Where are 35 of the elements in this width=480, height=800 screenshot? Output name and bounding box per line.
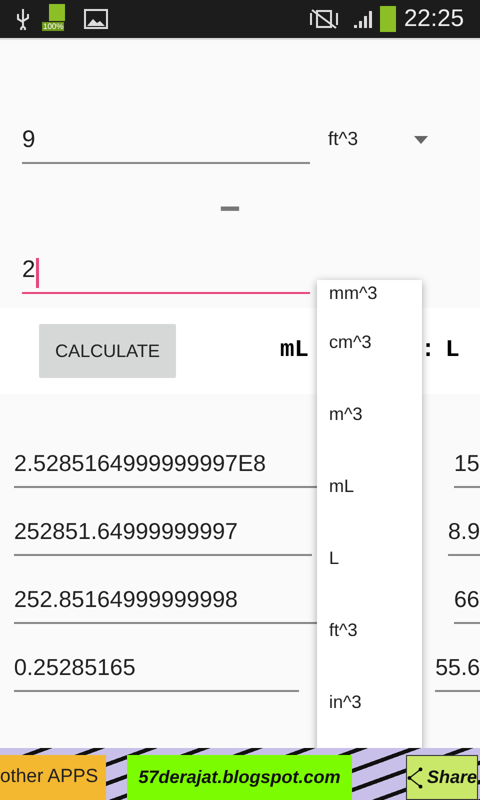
dropdown-item[interactable]: m^3: [317, 378, 422, 450]
result-field[interactable]: 8.9: [448, 508, 480, 556]
dropdown-item[interactable]: cm^3: [317, 306, 422, 378]
result-field[interactable]: 55.6: [435, 644, 480, 692]
result-field[interactable]: 0.25285165: [14, 644, 300, 692]
battery-icon: [380, 6, 396, 32]
unit-label: mL: [280, 336, 309, 366]
calculate-button[interactable]: CALCULATE: [39, 324, 176, 378]
separator-label: :: [420, 336, 436, 366]
usb-icon: [16, 8, 30, 30]
unit-label: L: [445, 336, 460, 366]
unit-spinner[interactable]: ft^3: [328, 120, 428, 164]
battery-icon: [49, 4, 65, 21]
text-input[interactable]: 9: [22, 120, 310, 164]
result-field[interactable]: 15: [454, 440, 480, 488]
text-cursor: [36, 258, 40, 288]
dropdown-caret-icon: [414, 136, 428, 144]
input-value: 2: [22, 255, 36, 285]
dropdown-item[interactable]: mL: [317, 450, 422, 522]
result-field[interactable]: 66: [454, 576, 480, 624]
text-input[interactable]: 2: [22, 250, 310, 294]
dropdown-item[interactable]: ft^3: [317, 594, 422, 666]
share-button[interactable]: Share: [406, 755, 478, 800]
battery-label: 100%: [42, 22, 64, 31]
vibrate-off-icon: [308, 8, 340, 30]
dropdown-item[interactable]: mm^3: [317, 280, 422, 306]
image-icon: [84, 9, 108, 29]
clock-time: 22:25: [404, 4, 464, 34]
other-apps-button[interactable]: other APPS: [0, 755, 106, 800]
blog-link[interactable]: 57derajat.blogspot.com: [127, 755, 352, 800]
dropdown-item[interactable]: in^3: [317, 666, 422, 738]
operator-sign: -: [218, 186, 242, 226]
result-field[interactable]: 252851.64999999997: [14, 508, 312, 556]
dropdown-item[interactable]: L: [317, 522, 422, 594]
input-value: 9: [22, 125, 36, 155]
